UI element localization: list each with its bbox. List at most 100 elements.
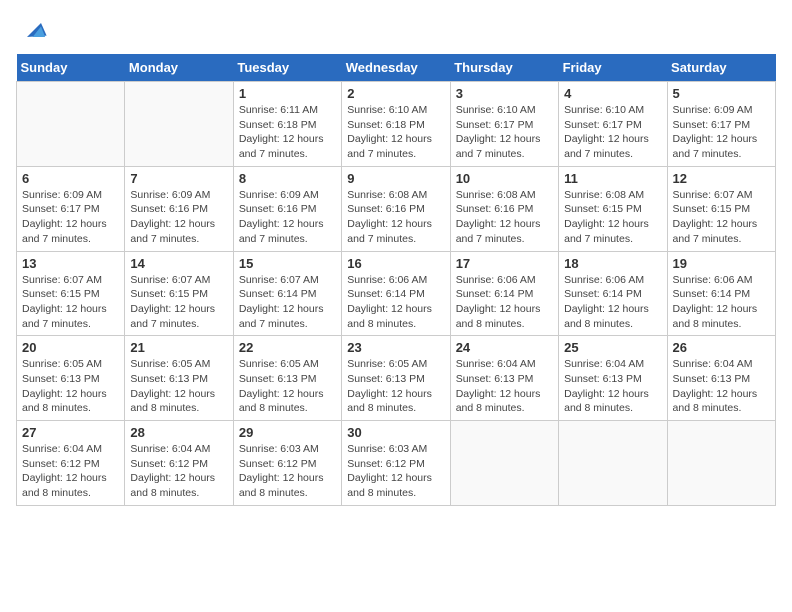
- day-info: Sunrise: 6:04 AM Sunset: 6:12 PM Dayligh…: [130, 442, 227, 501]
- calendar-cell: 6 Sunrise: 6:09 AM Sunset: 6:17 PM Daylig…: [17, 166, 125, 251]
- day-info: Sunrise: 6:10 AM Sunset: 6:18 PM Dayligh…: [347, 103, 444, 162]
- day-number: 26: [673, 340, 770, 355]
- day-info: Sunrise: 6:04 AM Sunset: 6:13 PM Dayligh…: [564, 357, 661, 416]
- day-info: Sunrise: 6:06 AM Sunset: 6:14 PM Dayligh…: [564, 273, 661, 332]
- day-number: 2: [347, 86, 444, 101]
- day-number: 28: [130, 425, 227, 440]
- calendar-cell: 23 Sunrise: 6:05 AM Sunset: 6:13 PM Dayli…: [342, 336, 450, 421]
- day-info: Sunrise: 6:03 AM Sunset: 6:12 PM Dayligh…: [347, 442, 444, 501]
- weekday-header-thursday: Thursday: [450, 54, 558, 82]
- week-row-1: 1Sunrise: 6:11 AM Sunset: 6:18 PM Daylig…: [17, 82, 776, 167]
- calendar-cell: 4 Sunrise: 6:10 AM Sunset: 6:17 PM Daylig…: [559, 82, 667, 167]
- day-number: 9: [347, 171, 444, 186]
- day-number: 20: [22, 340, 119, 355]
- day-number: 29: [239, 425, 336, 440]
- calendar-cell: 20 Sunrise: 6:05 AM Sunset: 6:13 PM Dayli…: [17, 336, 125, 421]
- day-info: Sunrise: 6:04 AM Sunset: 6:13 PM Dayligh…: [673, 357, 770, 416]
- day-number: 21: [130, 340, 227, 355]
- weekday-header-wednesday: Wednesday: [342, 54, 450, 82]
- day-info: Sunrise: 6:10 AM Sunset: 6:17 PM Dayligh…: [456, 103, 553, 162]
- page-header: [16, 16, 776, 44]
- weekday-header-row: SundayMondayTuesdayWednesdayThursdayFrid…: [17, 54, 776, 82]
- day-number: 27: [22, 425, 119, 440]
- day-number: 7: [130, 171, 227, 186]
- calendar-cell: 3 Sunrise: 6:10 AM Sunset: 6:17 PM Daylig…: [450, 82, 558, 167]
- day-number: 12: [673, 171, 770, 186]
- day-info: Sunrise: 6:05 AM Sunset: 6:13 PM Dayligh…: [239, 357, 336, 416]
- calendar-cell: 16Sunrise: 6:06 AM Sunset: 6:14 PM Dayli…: [342, 251, 450, 336]
- calendar-cell: 1Sunrise: 6:11 AM Sunset: 6:18 PM Daylig…: [233, 82, 341, 167]
- weekday-header-saturday: Saturday: [667, 54, 775, 82]
- day-info: Sunrise: 6:04 AM Sunset: 6:13 PM Dayligh…: [456, 357, 553, 416]
- calendar-cell: 26 Sunrise: 6:04 AM Sunset: 6:13 PM Dayli…: [667, 336, 775, 421]
- day-info: Sunrise: 6:08 AM Sunset: 6:15 PM Dayligh…: [564, 188, 661, 247]
- calendar-cell: 5 Sunrise: 6:09 AM Sunset: 6:17 PM Daylig…: [667, 82, 775, 167]
- day-number: 4: [564, 86, 661, 101]
- calendar-cell: 7 Sunrise: 6:09 AM Sunset: 6:16 PM Daylig…: [125, 166, 233, 251]
- day-info: Sunrise: 6:09 AM Sunset: 6:16 PM Dayligh…: [130, 188, 227, 247]
- day-info: Sunrise: 6:07 AM Sunset: 6:15 PM Dayligh…: [22, 273, 119, 332]
- day-info: Sunrise: 6:03 AM Sunset: 6:12 PM Dayligh…: [239, 442, 336, 501]
- day-number: 30: [347, 425, 444, 440]
- calendar-cell: 18 Sunrise: 6:06 AM Sunset: 6:14 PM Dayli…: [559, 251, 667, 336]
- calendar-cell: 27 Sunrise: 6:04 AM Sunset: 6:12 PM Dayli…: [17, 421, 125, 506]
- calendar-cell: 10 Sunrise: 6:08 AM Sunset: 6:16 PM Dayli…: [450, 166, 558, 251]
- calendar-cell: [125, 82, 233, 167]
- calendar-cell: 8Sunrise: 6:09 AM Sunset: 6:16 PM Daylig…: [233, 166, 341, 251]
- week-row-5: 27 Sunrise: 6:04 AM Sunset: 6:12 PM Dayli…: [17, 421, 776, 506]
- day-number: 24: [456, 340, 553, 355]
- day-info: Sunrise: 6:07 AM Sunset: 6:15 PM Dayligh…: [673, 188, 770, 247]
- day-info: Sunrise: 6:05 AM Sunset: 6:13 PM Dayligh…: [22, 357, 119, 416]
- calendar-cell: 2 Sunrise: 6:10 AM Sunset: 6:18 PM Daylig…: [342, 82, 450, 167]
- calendar-cell: 14Sunrise: 6:07 AM Sunset: 6:15 PM Dayli…: [125, 251, 233, 336]
- calendar-cell: 17 Sunrise: 6:06 AM Sunset: 6:14 PM Dayli…: [450, 251, 558, 336]
- logo: [16, 16, 48, 44]
- calendar-header: SundayMondayTuesdayWednesdayThursdayFrid…: [17, 54, 776, 82]
- day-number: 10: [456, 171, 553, 186]
- day-info: Sunrise: 6:09 AM Sunset: 6:17 PM Dayligh…: [673, 103, 770, 162]
- calendar-cell: 28 Sunrise: 6:04 AM Sunset: 6:12 PM Dayli…: [125, 421, 233, 506]
- calendar-cell: 9 Sunrise: 6:08 AM Sunset: 6:16 PM Daylig…: [342, 166, 450, 251]
- week-row-4: 20 Sunrise: 6:05 AM Sunset: 6:13 PM Dayli…: [17, 336, 776, 421]
- day-number: 18: [564, 256, 661, 271]
- logo-icon: [20, 16, 48, 44]
- calendar-cell: 12 Sunrise: 6:07 AM Sunset: 6:15 PM Dayli…: [667, 166, 775, 251]
- day-info: Sunrise: 6:06 AM Sunset: 6:14 PM Dayligh…: [673, 273, 770, 332]
- weekday-header-friday: Friday: [559, 54, 667, 82]
- calendar-cell: 25Sunrise: 6:04 AM Sunset: 6:13 PM Dayli…: [559, 336, 667, 421]
- calendar-cell: 21Sunrise: 6:05 AM Sunset: 6:13 PM Dayli…: [125, 336, 233, 421]
- day-info: Sunrise: 6:08 AM Sunset: 6:16 PM Dayligh…: [456, 188, 553, 247]
- weekday-header-tuesday: Tuesday: [233, 54, 341, 82]
- day-number: 13: [22, 256, 119, 271]
- day-number: 16: [347, 256, 444, 271]
- day-number: 14: [130, 256, 227, 271]
- day-info: Sunrise: 6:05 AM Sunset: 6:13 PM Dayligh…: [347, 357, 444, 416]
- calendar-cell: 24 Sunrise: 6:04 AM Sunset: 6:13 PM Dayli…: [450, 336, 558, 421]
- calendar-cell: [559, 421, 667, 506]
- week-row-2: 6 Sunrise: 6:09 AM Sunset: 6:17 PM Daylig…: [17, 166, 776, 251]
- calendar-cell: [667, 421, 775, 506]
- week-row-3: 13 Sunrise: 6:07 AM Sunset: 6:15 PM Dayli…: [17, 251, 776, 336]
- day-info: Sunrise: 6:09 AM Sunset: 6:17 PM Dayligh…: [22, 188, 119, 247]
- day-number: 6: [22, 171, 119, 186]
- day-number: 17: [456, 256, 553, 271]
- day-number: 23: [347, 340, 444, 355]
- calendar-cell: 30 Sunrise: 6:03 AM Sunset: 6:12 PM Dayli…: [342, 421, 450, 506]
- day-number: 3: [456, 86, 553, 101]
- day-number: 5: [673, 86, 770, 101]
- calendar-table: SundayMondayTuesdayWednesdayThursdayFrid…: [16, 54, 776, 506]
- day-info: Sunrise: 6:11 AM Sunset: 6:18 PM Dayligh…: [239, 103, 336, 162]
- day-info: Sunrise: 6:06 AM Sunset: 6:14 PM Dayligh…: [456, 273, 553, 332]
- calendar-cell: [450, 421, 558, 506]
- day-number: 11: [564, 171, 661, 186]
- calendar-cell: 29 Sunrise: 6:03 AM Sunset: 6:12 PM Dayli…: [233, 421, 341, 506]
- calendar-cell: 15Sunrise: 6:07 AM Sunset: 6:14 PM Dayli…: [233, 251, 341, 336]
- day-number: 8: [239, 171, 336, 186]
- day-info: Sunrise: 6:10 AM Sunset: 6:17 PM Dayligh…: [564, 103, 661, 162]
- day-number: 22: [239, 340, 336, 355]
- day-info: Sunrise: 6:04 AM Sunset: 6:12 PM Dayligh…: [22, 442, 119, 501]
- calendar-body: 1Sunrise: 6:11 AM Sunset: 6:18 PM Daylig…: [17, 82, 776, 506]
- calendar-cell: 13 Sunrise: 6:07 AM Sunset: 6:15 PM Dayli…: [17, 251, 125, 336]
- day-number: 15: [239, 256, 336, 271]
- day-info: Sunrise: 6:08 AM Sunset: 6:16 PM Dayligh…: [347, 188, 444, 247]
